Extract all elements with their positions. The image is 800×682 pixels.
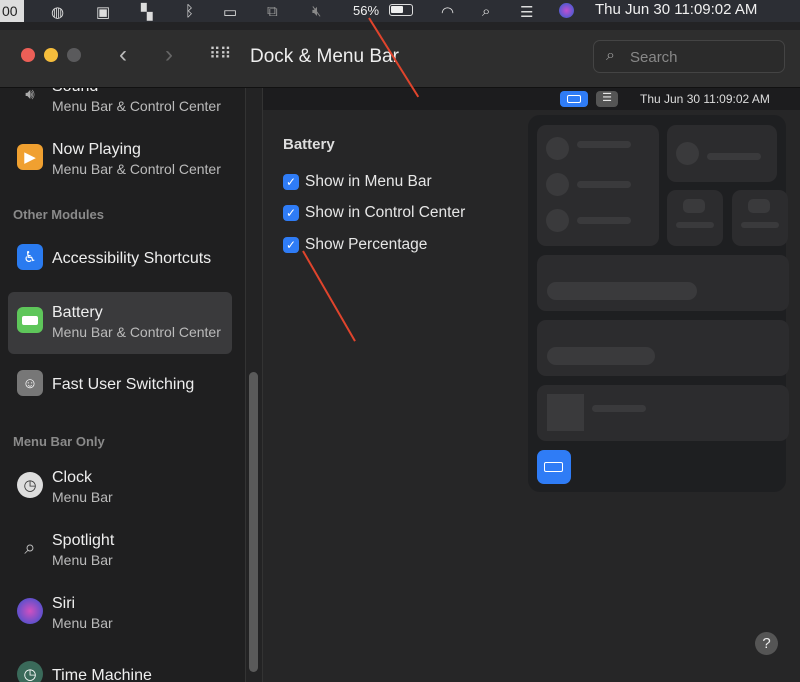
control-center-icon[interactable]: ☰: [520, 3, 533, 21]
search-input[interactable]: ⌕ Search: [593, 40, 785, 73]
search-icon: ⌕: [606, 47, 615, 65]
sidebar-item-siri[interactable]: SiriMenu Bar: [8, 583, 232, 645]
show-in-control-center-checkbox[interactable]: ✓Show in Control Center: [283, 204, 465, 222]
sidebar-item-accessibility-shortcuts[interactable]: ♿︎Accessibility Shortcuts: [8, 229, 232, 291]
display-icon[interactable]: ▭: [223, 3, 237, 21]
control-center-preview: [528, 115, 786, 492]
checkmark-icon: ✓: [283, 205, 299, 221]
sidebar-item-spotlight[interactable]: ⌕SpotlightMenu Bar: [8, 520, 232, 582]
forward-button[interactable]: ›: [165, 41, 173, 69]
accessibility-icon: ♿︎: [17, 244, 43, 270]
layout-icon[interactable]: ▚: [141, 3, 153, 21]
battery-percentage: 56%: [353, 3, 379, 18]
preview-clock: Thu Jun 30 11:09:02 AM: [640, 92, 770, 106]
sidebar-item-time-machine[interactable]: ◷Time Machine: [8, 646, 232, 682]
search-icon[interactable]: ⌕: [482, 3, 490, 20]
globe-icon[interactable]: ◍: [51, 3, 64, 21]
scrollbar-thumb[interactable]: [249, 372, 258, 672]
back-button[interactable]: ‹: [119, 41, 127, 69]
zoom-button[interactable]: [67, 48, 81, 62]
wifi-icon[interactable]: ◠: [441, 3, 454, 21]
battery-module-icon: [537, 450, 571, 484]
checkmark-icon: ✓: [283, 237, 299, 253]
battery-preview-icon: [560, 91, 588, 107]
screen-mirror-icon[interactable]: ⧉: [267, 3, 278, 20]
battery-icon: [17, 307, 43, 333]
control-center-preview-icon: ☰: [596, 91, 618, 107]
sidebar-item-clock[interactable]: ◷ClockMenu Bar: [8, 457, 232, 519]
sidebar-item-now-playing[interactable]: ▶Now PlayingMenu Bar & Control Center: [8, 129, 232, 191]
help-button[interactable]: ?: [755, 632, 778, 655]
magnifier-icon: ⌕: [17, 535, 43, 561]
checkmark-icon: ✓: [283, 174, 299, 190]
menu-bar-fragment: 00: [0, 0, 24, 22]
sidebar-item-sound[interactable]: 🔊︎SoundMenu Bar & Control Center: [8, 88, 232, 128]
time-machine-icon: ◷: [17, 661, 43, 682]
sidebar: 🔊︎SoundMenu Bar & Control Center ▶Now Pl…: [0, 88, 245, 682]
close-button[interactable]: [21, 48, 35, 62]
section-menu-bar-only: Menu Bar Only: [13, 434, 105, 449]
menu-bar-preview: ☰ Thu Jun 30 11:09:02 AM: [263, 88, 800, 110]
window-icon[interactable]: ▣: [96, 3, 110, 21]
minimize-button[interactable]: [44, 48, 58, 62]
sidebar-item-fast-user-switching[interactable]: ☺Fast User Switching: [8, 355, 232, 417]
show-in-menu-bar-checkbox[interactable]: ✓Show in Menu Bar: [283, 173, 432, 191]
section-heading: Battery: [283, 136, 335, 153]
menu-bar-clock[interactable]: Thu Jun 30 11:09:02 AM: [595, 1, 757, 18]
search-placeholder: Search: [630, 49, 678, 66]
mute-icon[interactable]: 🔇︎: [312, 3, 321, 20]
section-other-modules: Other Modules: [13, 207, 104, 222]
sidebar-item-battery[interactable]: BatteryMenu Bar & Control Center: [8, 292, 232, 354]
play-icon: ▶: [17, 144, 43, 170]
bluetooth-icon[interactable]: ᛒ: [185, 3, 194, 20]
grid-icon[interactable]: ⠿⠿: [209, 44, 230, 64]
siri-icon: [17, 598, 43, 624]
clock-icon: ◷: [17, 472, 43, 498]
speaker-icon: 🔊︎: [17, 88, 43, 107]
menu-bar: 00 ◍ ▣ ▚ ᛒ ▭ ⧉ 🔇︎ 56% ◠ ⌕ ☰ Thu Jun 30 1…: [0, 0, 800, 22]
battery-icon[interactable]: [389, 4, 413, 16]
window-title: Dock & Menu Bar: [250, 46, 399, 68]
user-icon: ☺: [17, 370, 43, 396]
siri-icon[interactable]: [559, 3, 574, 18]
